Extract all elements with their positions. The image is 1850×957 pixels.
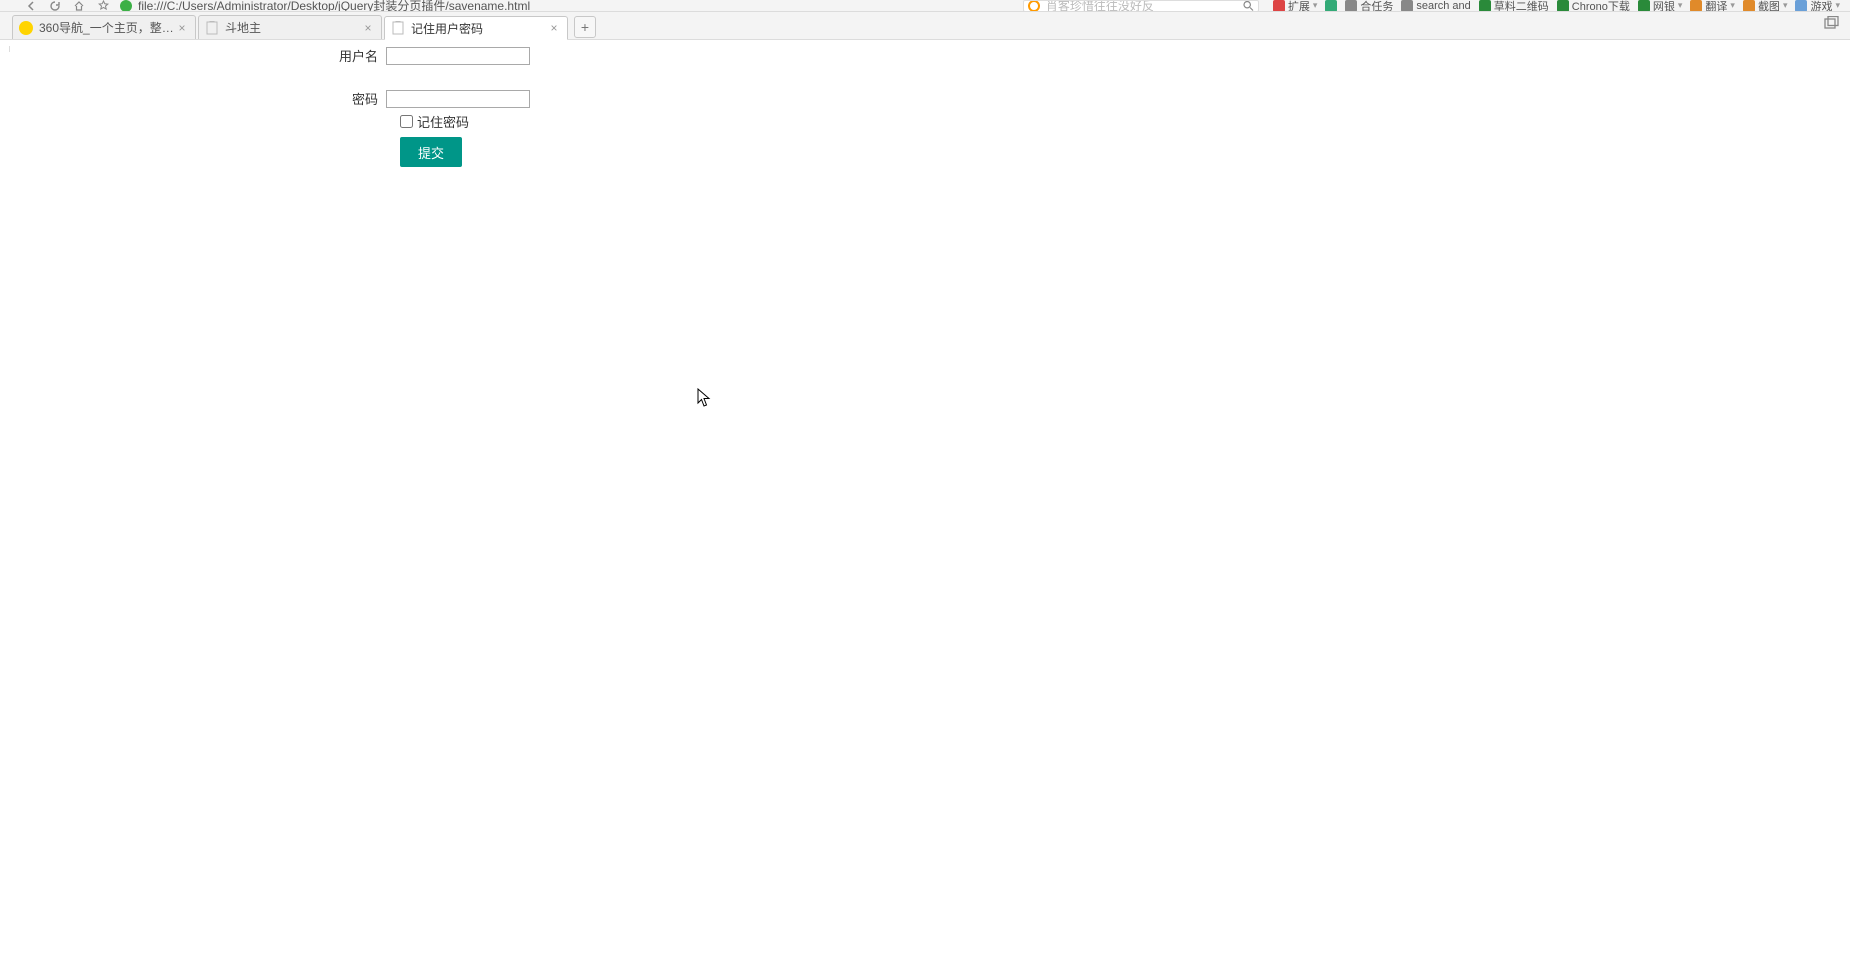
extension-item[interactable]: 截图▾ — [1743, 0, 1788, 12]
extension-item[interactable]: 合任务 — [1345, 0, 1393, 12]
submit-button[interactable]: 提交 — [400, 137, 462, 167]
extension-item[interactable]: 翻译▾ — [1690, 0, 1735, 12]
extension-label: 截图 — [1758, 0, 1780, 12]
extension-icon — [1638, 0, 1650, 12]
extension-item[interactable]: 网银▾ — [1638, 0, 1683, 12]
tab-favicon — [391, 21, 405, 35]
tab-title: 斗地主 — [225, 19, 361, 36]
extension-icon — [1743, 0, 1755, 12]
tab-favicon — [205, 21, 219, 35]
extension-icon — [1325, 0, 1337, 12]
extension-label: 草料二维码 — [1494, 0, 1549, 12]
extension-icon — [1557, 0, 1569, 12]
extension-icon — [1273, 0, 1285, 12]
tab-close-button[interactable]: × — [175, 21, 189, 35]
extension-item[interactable] — [1325, 0, 1337, 12]
tab-close-button[interactable]: × — [547, 21, 561, 35]
tab-title: 360导航_一个主页，整个世界 — [39, 19, 175, 36]
favorite-button[interactable] — [96, 0, 110, 12]
extension-label: search and — [1416, 0, 1470, 12]
submit-row: 提交 — [400, 137, 1850, 167]
chevron-down-icon: ▾ — [1783, 0, 1788, 11]
reload-button[interactable] — [48, 0, 62, 12]
form-row-username: 用户名 — [0, 46, 1850, 65]
remember-checkbox[interactable] — [400, 115, 413, 128]
extension-icon — [1345, 0, 1357, 12]
extension-label: 翻译 — [1705, 0, 1727, 12]
back-button[interactable] — [24, 0, 38, 12]
form-row-password: 密码 — [0, 89, 1850, 108]
extension-label: Chrono下载 — [1572, 0, 1630, 12]
extension-item[interactable]: 草料二维码 — [1479, 0, 1549, 12]
browser-tab[interactable]: 360导航_一个主页，整个世界× — [12, 15, 196, 39]
tab-strip: 360导航_一个主页，整个世界×斗地主×记住用户密码×+ — [0, 12, 1850, 40]
password-label: 密码 — [0, 89, 386, 108]
browser-toolbar: file:///C:/Users/Administrator/Desktop/j… — [0, 0, 1850, 12]
extension-item[interactable]: 扩展▾ — [1273, 0, 1318, 12]
username-input[interactable] — [386, 47, 530, 65]
omnibox-search[interactable]: 肖客珍惜往往没好反 — [1023, 0, 1259, 12]
chevron-down-icon: ▾ — [1678, 0, 1683, 11]
extension-icon — [1479, 0, 1491, 12]
browser-tab[interactable]: 斗地主× — [198, 15, 382, 39]
remember-row: 记住密码 — [400, 112, 1850, 131]
extension-label: 扩展 — [1288, 0, 1310, 12]
new-tab-button[interactable]: + — [574, 16, 596, 38]
username-label: 用户名 — [0, 46, 386, 65]
chevron-down-icon: ▾ — [1730, 0, 1735, 11]
tab-overview-button[interactable] — [1824, 16, 1840, 30]
site-security-icon — [120, 0, 132, 12]
password-input[interactable] — [386, 90, 530, 108]
address-url: file:///C:/Users/Administrator/Desktop/j… — [138, 0, 530, 12]
chevron-down-icon: ▾ — [1835, 0, 1840, 11]
tab-close-button[interactable]: × — [361, 21, 375, 35]
extension-icon — [1401, 0, 1413, 12]
nav-buttons — [0, 0, 110, 12]
extension-label: 游戏 — [1810, 0, 1832, 12]
page-content: 用户名 密码 记住密码 提交 — [0, 46, 1850, 957]
tab-title: 记住用户密码 — [411, 20, 547, 37]
home-button[interactable] — [72, 0, 86, 12]
extension-item[interactable]: search and — [1401, 0, 1470, 12]
extension-item[interactable]: Chrono下载 — [1557, 0, 1630, 12]
extension-icon — [1690, 0, 1702, 12]
cursor-icon — [697, 388, 711, 408]
search-icon[interactable] — [1243, 0, 1254, 11]
tab-favicon — [19, 21, 33, 35]
remember-label: 记住密码 — [417, 112, 469, 131]
decorative-stripe — [9, 46, 10, 52]
address-bar[interactable]: file:///C:/Users/Administrator/Desktop/j… — [120, 0, 740, 12]
extension-item[interactable]: 游戏▾ — [1795, 0, 1840, 12]
extension-label: 网银 — [1653, 0, 1675, 12]
extension-icon — [1795, 0, 1807, 12]
extensions-row: 扩展▾合任务search and草料二维码Chrono下载网银▾翻译▾截图▾游戏… — [1259, 0, 1850, 12]
chevron-down-icon: ▾ — [1313, 0, 1318, 11]
browser-tab[interactable]: 记住用户密码× — [384, 16, 568, 40]
search-engine-icon — [1028, 0, 1040, 12]
extension-label: 合任务 — [1360, 0, 1393, 12]
search-placeholder: 肖客珍惜往往没好反 — [1046, 0, 1154, 12]
